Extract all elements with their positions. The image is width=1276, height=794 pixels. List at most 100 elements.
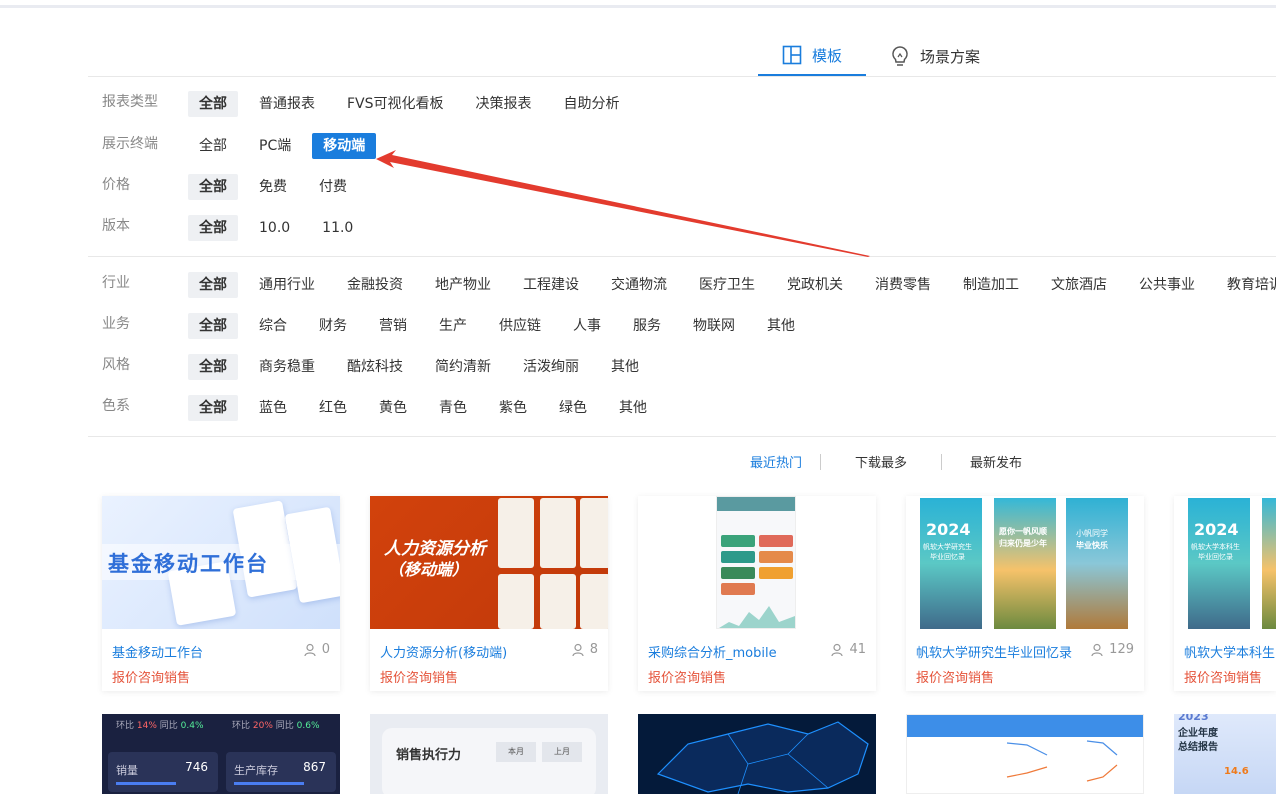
filter-option[interactable]: 全部	[188, 174, 238, 200]
layout-grid-icon	[782, 45, 802, 65]
template-card-preview[interactable]: 环比 14% 同比 0.4% 环比 20% 同比 0.6% 销量 746 生产库…	[102, 714, 340, 794]
lightbulb-icon	[892, 46, 908, 66]
filter-option[interactable]: 其他	[608, 395, 658, 421]
filter-option[interactable]: 活泼绚丽	[512, 354, 590, 380]
template-card-preview[interactable]: 销售执行力 本月 上月	[370, 714, 608, 794]
template-card-preview[interactable]: 2023 企业年度 总结报告 14.6	[1174, 714, 1276, 794]
sort-downloads[interactable]: 下载最多	[821, 452, 941, 471]
card-title[interactable]: 基金移动工作台	[112, 642, 203, 661]
template-card-preview[interactable]	[638, 714, 876, 794]
filter-option[interactable]: 物联网	[682, 313, 746, 339]
template-card[interactable]: 基金移动工作台 基金移动工作台 0 报价咨询销售	[102, 496, 340, 691]
template-card[interactable]: 采购综合分析_mobile 41 报价咨询销售	[638, 496, 876, 691]
filter-option[interactable]: 普通报表	[248, 91, 326, 117]
filter-option[interactable]: 黄色	[368, 395, 418, 421]
filter-option[interactable]: 简约清新	[424, 354, 502, 380]
filter-option[interactable]: 文旅酒店	[1040, 272, 1118, 298]
card-subtitle[interactable]: 报价咨询销售	[112, 667, 190, 686]
filter-option[interactable]: 其他	[756, 313, 806, 339]
filter-option[interactable]: 生产	[428, 313, 478, 339]
filter-option[interactable]: 全部	[188, 272, 238, 298]
download-count-value: 0	[321, 642, 330, 657]
filter-option[interactable]: 医疗卫生	[688, 272, 766, 298]
template-card[interactable]: 2024 帆软大学本科生 毕业回忆录 帆软大学本科生 报价咨询销售	[1174, 496, 1276, 691]
card-subtitle[interactable]: 报价咨询销售	[916, 667, 994, 686]
filter-option[interactable]: 营销	[368, 313, 418, 339]
filter-option[interactable]: 青色	[428, 395, 478, 421]
filter-option[interactable]: 酷炫科技	[336, 354, 414, 380]
filter-row-style: 风格 全部 商务稳重 酷炫科技 简约清新 活泼绚丽 其他	[102, 354, 660, 380]
card-title[interactable]: 人力资源分析(移动端)	[380, 642, 507, 661]
filter-option[interactable]: 蓝色	[248, 395, 298, 421]
filter-option[interactable]: 制造加工	[952, 272, 1030, 298]
filter-option[interactable]: 免费	[248, 174, 298, 200]
poster-year: 2024	[926, 520, 971, 539]
card-thumbnail[interactable]: 2024 帆软大学研究生 毕业回忆录 愿你一帆风顺 归来仍是少年 小帆同学 毕业…	[906, 496, 1144, 629]
filter-option[interactable]: 工程建设	[512, 272, 590, 298]
filter-option[interactable]: 金融投资	[336, 272, 414, 298]
filter-option[interactable]: 决策报表	[465, 91, 543, 117]
card-subtitle[interactable]: 报价咨询销售	[1184, 667, 1262, 686]
filter-option[interactable]: 综合	[248, 313, 298, 339]
filter-option[interactable]: 公共事业	[1128, 272, 1206, 298]
tab-scenario-label: 场景方案	[920, 47, 981, 66]
filter-option[interactable]: 紫色	[488, 395, 538, 421]
card-thumbnail[interactable]: 2024 帆软大学本科生 毕业回忆录	[1174, 496, 1276, 629]
filter-option[interactable]: 通用行业	[248, 272, 326, 298]
download-count-value: 8	[589, 642, 598, 657]
filter-option[interactable]: 全部	[188, 313, 238, 339]
filter-label: 版本	[102, 218, 130, 234]
filter-option[interactable]: 财务	[308, 313, 358, 339]
filter-option[interactable]: 服务	[622, 313, 672, 339]
phone-header	[717, 497, 795, 511]
filter-option[interactable]: 党政机关	[776, 272, 854, 298]
filter-option[interactable]: 自助分析	[553, 91, 631, 117]
card-thumbnail[interactable]	[638, 496, 876, 629]
sort-hot[interactable]: 最近热门	[732, 452, 820, 471]
poster-line: 帆软大学研究生	[923, 543, 972, 551]
filter-option[interactable]: 人事	[562, 313, 612, 339]
filter-option[interactable]: 11.0	[311, 215, 364, 241]
card-thumbnail[interactable]: 基金移动工作台	[102, 496, 340, 629]
tab-scenario[interactable]: 场景方案	[866, 36, 1004, 76]
template-card[interactable]: 2024 帆软大学研究生 毕业回忆录 愿你一帆风顺 归来仍是少年 小帆同学 毕业…	[906, 496, 1144, 691]
filter-option[interactable]: FVS可视化看板	[336, 91, 455, 117]
filter-option[interactable]: 全部	[188, 91, 238, 117]
kpi-bar	[116, 782, 176, 785]
card-subtitle[interactable]: 报价咨询销售	[648, 667, 726, 686]
filter-label: 风格	[102, 357, 130, 373]
card-title[interactable]: 帆软大学本科生	[1184, 642, 1275, 661]
filter-option[interactable]: 全部	[188, 215, 238, 241]
kpi-tile	[759, 551, 793, 563]
filter-option[interactable]: 全部	[188, 133, 238, 159]
filter-option[interactable]: 付费	[308, 174, 358, 200]
filter-option[interactable]: 消费零售	[864, 272, 942, 298]
filter-option[interactable]: 教育培训	[1216, 272, 1276, 298]
card-thumbnail[interactable]: 人力资源分析 （移动端）	[370, 496, 608, 629]
template-card[interactable]: 人力资源分析 （移动端） 人力资源分析(移动端) 8 报价咨询销售	[370, 496, 608, 691]
filter-option[interactable]: 交通物流	[600, 272, 678, 298]
filter-option[interactable]: 地产物业	[424, 272, 502, 298]
filter-option[interactable]: 全部	[188, 395, 238, 421]
kpi-tile	[721, 551, 755, 563]
card-title[interactable]: 帆软大学研究生毕业回忆录	[916, 642, 1072, 661]
filter-option[interactable]: 其他	[600, 354, 650, 380]
filter-option[interactable]: 10.0	[248, 215, 301, 241]
card-title[interactable]: 采购综合分析_mobile	[648, 642, 777, 661]
filter-option[interactable]: 商务稳重	[248, 354, 326, 380]
filter-option[interactable]: PC端	[248, 133, 302, 159]
phone-mockup	[716, 496, 796, 629]
tab-template[interactable]: 模板	[758, 36, 867, 76]
card-subtitle[interactable]: 报价咨询销售	[380, 667, 458, 686]
filter-option[interactable]: 移动端	[312, 133, 377, 159]
kpi-tile: 销量 746	[108, 752, 218, 792]
filter-option[interactable]: 红色	[308, 395, 358, 421]
template-card-preview[interactable]	[906, 714, 1144, 794]
kpi-value: 746	[185, 760, 208, 774]
sort-newest[interactable]: 最新发布	[942, 452, 1050, 471]
filter-option[interactable]: 供应链	[488, 313, 552, 339]
poster-line: 帆软大学本科生	[1191, 543, 1240, 551]
filter-option[interactable]: 全部	[188, 354, 238, 380]
kpi-label: 环比 20% 同比 0.6%	[232, 721, 320, 731]
filter-option[interactable]: 绿色	[548, 395, 598, 421]
